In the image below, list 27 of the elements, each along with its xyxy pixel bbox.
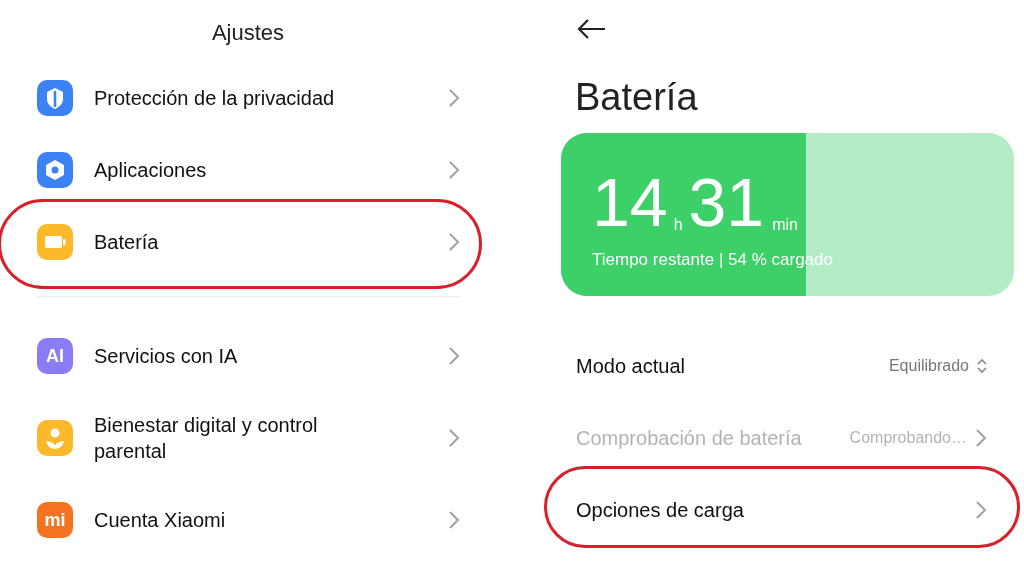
settings-item[interactable]: Protección de la privacidad [37, 62, 460, 134]
settings-item[interactable]: Aplicaciones [37, 134, 460, 206]
settings-item[interactable]: AI Servicios con IA [37, 315, 460, 397]
hours-unit: h [673, 215, 683, 235]
hours-value: 14 [592, 169, 668, 235]
settings-row[interactable]: Modo actual Equilibrado [576, 330, 987, 402]
chevron-icon [448, 88, 460, 108]
up-down-icon [977, 358, 987, 374]
settings-item[interactable]: Batería [37, 206, 460, 278]
settings-item[interactable]: mi Cuenta Xiaomi [37, 479, 460, 561]
chevron-icon [448, 510, 460, 530]
minutes-value: 31 [688, 169, 765, 235]
minutes-unit: min [772, 215, 798, 235]
back-arrow-icon[interactable] [576, 18, 606, 40]
settings-row[interactable]: Opciones de carga [576, 474, 987, 546]
app-icon: AI [37, 338, 73, 374]
chevron-icon [448, 428, 460, 448]
settings-item[interactable]: Bienestar digital y control parental [37, 397, 460, 479]
chevron-icon [975, 428, 987, 448]
chevron-icon [448, 232, 460, 252]
screen-title: Ajustes [210, 19, 286, 47]
chevron-icon [448, 346, 460, 366]
app-icon: mi [37, 502, 73, 538]
chevron-icon [975, 500, 987, 520]
chevron-icon [448, 160, 460, 180]
settings-row: Comprobación de batería Comprobando… [576, 402, 987, 474]
page-title: Batería [575, 75, 699, 120]
